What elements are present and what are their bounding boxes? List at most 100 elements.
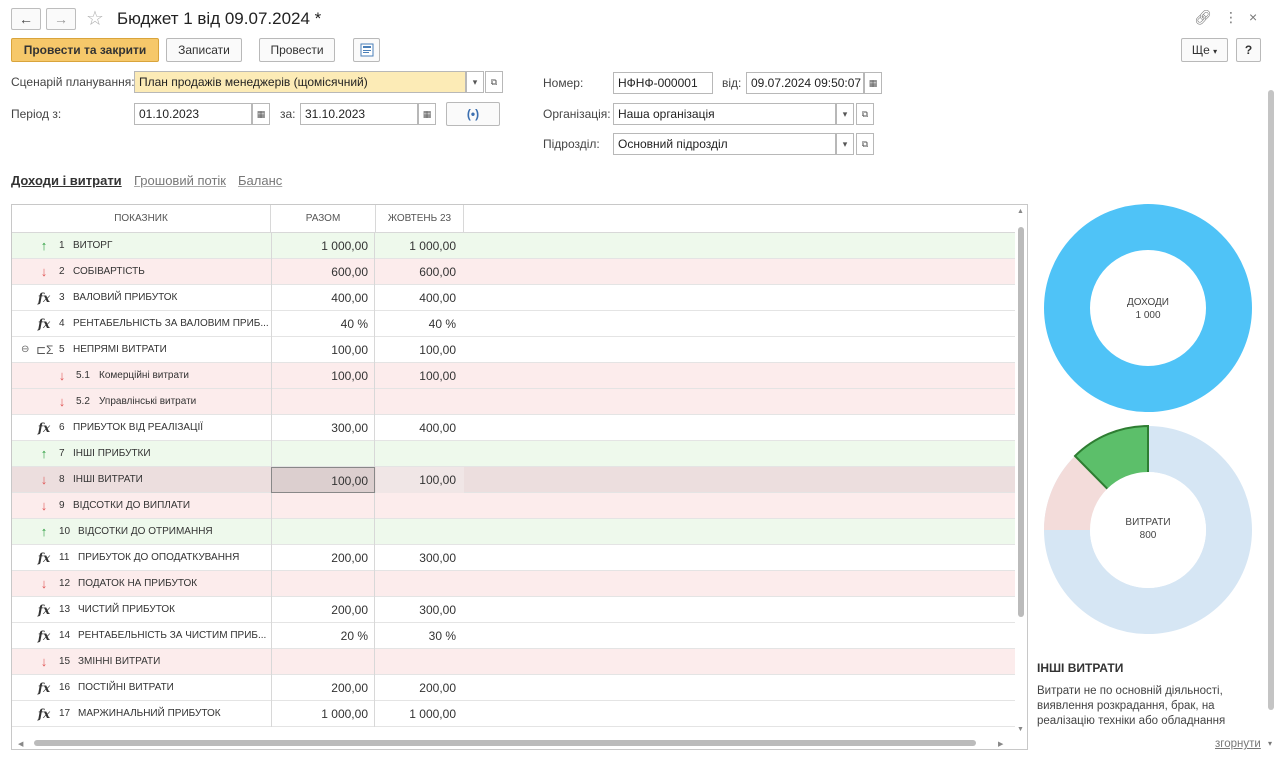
cell-total[interactable]: 100,00	[271, 363, 375, 389]
cell-total[interactable]: 400,00	[271, 285, 375, 311]
table-row[interactable]: ↓ 2 СОБІВАРТІСТЬ 600,00 600,00	[12, 259, 1015, 285]
cell-october[interactable]: 1 000,00	[376, 701, 464, 727]
cell-total[interactable]: 600,00	[271, 259, 375, 285]
department-field[interactable]: Основний підрозділ	[613, 133, 836, 155]
collapse-chevron-icon[interactable]: ▾	[1268, 739, 1272, 748]
table-row[interactable]: ↓ 8 ІНШІ ВИТРАТИ 100,00 100,00	[12, 467, 1015, 493]
table-row[interactable]: ↓ 5.2 Управлінські витрати	[12, 389, 1015, 415]
collapse-group-icon[interactable]: ⊖	[21, 337, 29, 363]
favorite-star-icon[interactable]: ☆	[86, 6, 104, 31]
scroll-left-icon[interactable]: ◀	[18, 740, 23, 748]
cell-total[interactable]: 200,00	[271, 675, 375, 701]
post-and-close-button[interactable]: Провести та закрити	[11, 38, 159, 62]
header-indicator[interactable]: ПОКАЗНИК	[12, 205, 271, 233]
cell-october[interactable]: 400,00	[376, 285, 464, 311]
scenario-open-button[interactable]: ⧉	[485, 71, 503, 93]
close-icon[interactable]: ×	[1249, 9, 1257, 25]
number-field[interactable]: НФНФ-000001	[613, 72, 713, 94]
cell-october[interactable]: 100,00	[376, 337, 464, 363]
table-row[interactable]: fx 13 ЧИСТИЙ ПРИБУТОК 200,00 300,00	[12, 597, 1015, 623]
organization-dropdown-button[interactable]: ▾	[836, 103, 854, 125]
scroll-down-icon[interactable]: ▼	[1017, 726, 1024, 733]
post-button[interactable]: Провести	[259, 38, 335, 62]
cell-total[interactable]: 300,00	[271, 415, 375, 441]
cell-october[interactable]: 100,00	[376, 467, 464, 493]
period-to-calendar-button[interactable]: ▦	[418, 103, 436, 125]
department-open-button[interactable]: ⧉	[856, 133, 874, 155]
vertical-scrollbar[interactable]: ▲ ▼	[1015, 205, 1027, 749]
period-to-field[interactable]: 31.10.2023	[300, 103, 418, 125]
cell-october[interactable]: 40 %	[376, 311, 464, 337]
link-icon[interactable]: 🔗︎	[1194, 9, 1212, 26]
cell-total[interactable]	[271, 389, 375, 415]
header-october[interactable]: ЖОВТЕНЬ 23	[376, 205, 464, 233]
cell-total[interactable]: 200,00	[271, 545, 375, 571]
cell-october[interactable]: 300,00	[376, 545, 464, 571]
date-field[interactable]: 09.07.2024 09:50:07	[746, 72, 864, 94]
period-from-calendar-button[interactable]: ▦	[252, 103, 270, 125]
table-row[interactable]: ↓ 5.1 Комерційні витрати 100,00 100,00	[12, 363, 1015, 389]
tab-income-expenses[interactable]: Доходи і витрати	[11, 173, 122, 188]
cell-total[interactable]	[271, 493, 375, 519]
forward-button[interactable]: →	[46, 8, 76, 30]
more-menu-button[interactable]: Ще ▾	[1181, 38, 1228, 62]
table-row[interactable]: ↑ 7 ІНШІ ПРИБУТКИ	[12, 441, 1015, 467]
cell-total[interactable]: 100,00	[271, 337, 375, 363]
table-row[interactable]: fx 17 МАРЖИНАЛЬНИЙ ПРИБУТОК 1 000,00 1 000,0…	[12, 701, 1015, 727]
organization-field[interactable]: Наша організація	[613, 103, 836, 125]
tab-balance[interactable]: Баланс	[238, 173, 282, 188]
table-row[interactable]: ↑ 1 ВИТОРГ 1 000,00 1 000,00	[12, 233, 1015, 259]
collapse-link[interactable]: згорнути	[1215, 738, 1261, 750]
cell-october[interactable]: 30 %	[376, 623, 464, 649]
header-total[interactable]: РАЗОМ	[271, 205, 376, 233]
table-row[interactable]: ↓ 15 ЗМІННІ ВИТРАТИ	[12, 649, 1015, 675]
cell-october[interactable]	[376, 441, 464, 467]
date-calendar-button[interactable]: ▦	[864, 72, 882, 94]
cell-total[interactable]	[271, 649, 375, 675]
scenario-dropdown-button[interactable]: ▾	[466, 71, 484, 93]
cell-october[interactable]	[376, 649, 464, 675]
cell-october[interactable]	[376, 571, 464, 597]
period-from-field[interactable]: 01.10.2023	[134, 103, 252, 125]
cell-total[interactable]: 20 %	[271, 623, 375, 649]
department-dropdown-button[interactable]: ▾	[836, 133, 854, 155]
table-row[interactable]: ↓ 9 ВІДСОТКИ ДО ВИПЛАТИ	[12, 493, 1015, 519]
scroll-up-icon[interactable]: ▲	[1017, 208, 1024, 215]
cell-october[interactable]	[376, 389, 464, 415]
tab-cash-flow[interactable]: Грошовий потік	[134, 173, 226, 188]
report-button[interactable]	[353, 38, 380, 62]
table-row[interactable]: fx 11 ПРИБУТОК ДО ОПОДАТКУВАННЯ 200,00 300,0…	[12, 545, 1015, 571]
table-row[interactable]: fx 6 ПРИБУТОК ВІД РЕАЛІЗАЦІЇ 300,00 400,00	[12, 415, 1015, 441]
period-select-button[interactable]: (•)	[446, 102, 500, 126]
table-row[interactable]: fx 16 ПОСТІЙНІ ВИТРАТИ 200,00 200,00	[12, 675, 1015, 701]
cell-october[interactable]: 400,00	[376, 415, 464, 441]
cell-october[interactable]	[376, 493, 464, 519]
cell-total[interactable]: 200,00	[271, 597, 375, 623]
cell-total[interactable]	[271, 519, 375, 545]
table-row[interactable]: fx 14 РЕНТАБЕЛЬНІСТЬ ЗА ЧИСТИМ ПРИБ... 20 %…	[12, 623, 1015, 649]
cell-total[interactable]	[271, 441, 375, 467]
cell-total[interactable]: 40 %	[271, 311, 375, 337]
table-row[interactable]: fx 4 РЕНТАБЕЛЬНІСТЬ ЗА ВАЛОВИМ ПРИБ... 40 %…	[12, 311, 1015, 337]
scenario-field[interactable]: План продажів менеджерів (щомісячний)	[134, 71, 466, 93]
organization-open-button[interactable]: ⧉	[856, 103, 874, 125]
help-button[interactable]: ?	[1236, 38, 1261, 62]
more-vertical-icon[interactable]: ⋮	[1224, 9, 1238, 26]
cell-october[interactable]	[376, 519, 464, 545]
vertical-scroll-thumb[interactable]	[1018, 227, 1024, 617]
cell-october[interactable]: 300,00	[376, 597, 464, 623]
table-row[interactable]: ↓ 12 ПОДАТОК НА ПРИБУТОК	[12, 571, 1015, 597]
table-row[interactable]: ⊖ ⊏Σ 5 НЕПРЯМІ ВИТРАТИ 100,00 100,00	[12, 337, 1015, 363]
budget-table[interactable]: ПОКАЗНИК РАЗОМ ЖОВТЕНЬ 23 ↑ 1 ВИТОРГ 1 000,…	[11, 204, 1028, 750]
table-row[interactable]: ↑ 10 ВІДСОТКИ ДО ОТРИМАННЯ	[12, 519, 1015, 545]
cell-total[interactable]: 100,00	[271, 467, 375, 493]
cell-total[interactable]: 1 000,00	[271, 701, 375, 727]
cell-total[interactable]: 1 000,00	[271, 233, 375, 259]
scroll-right-icon[interactable]: ▶	[998, 740, 1003, 748]
cell-october[interactable]: 100,00	[376, 363, 464, 389]
page-vertical-scrollbar[interactable]	[1268, 90, 1274, 710]
table-row[interactable]: fx 3 ВАЛОВИЙ ПРИБУТОК 400,00 400,00	[12, 285, 1015, 311]
horizontal-scroll-thumb[interactable]	[34, 740, 976, 746]
cell-october[interactable]: 200,00	[376, 675, 464, 701]
save-button[interactable]: Записати	[166, 38, 242, 62]
